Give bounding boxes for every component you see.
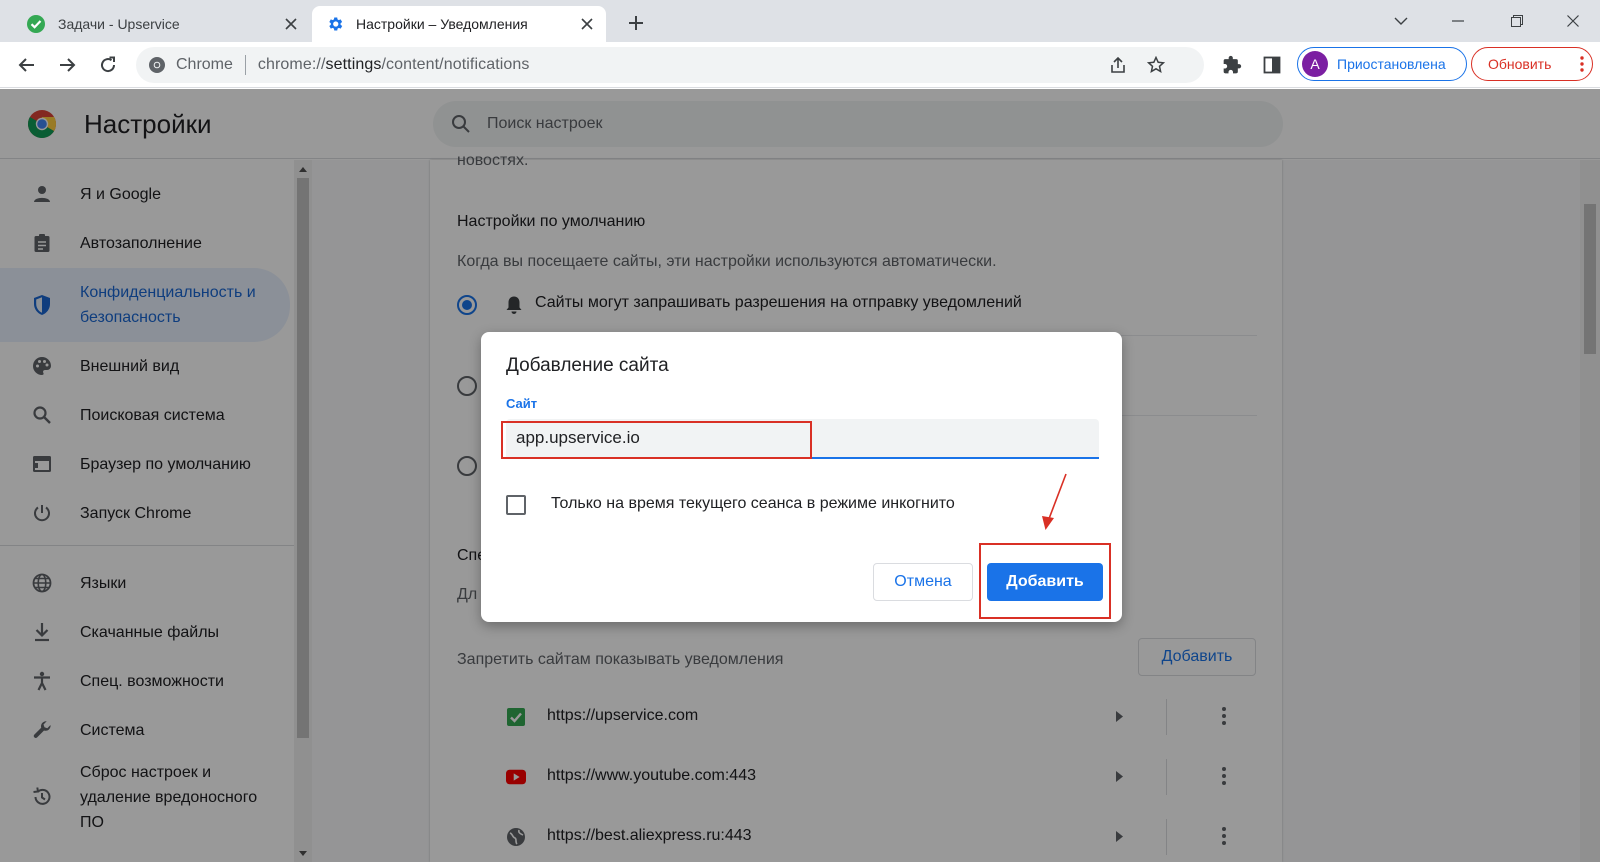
- tab-settings[interactable]: Настройки – Уведомления: [312, 6, 606, 42]
- check-circle-icon: [26, 14, 46, 34]
- url-text: chrome://settings/content/notifications: [257, 56, 530, 73]
- reload-icon[interactable]: [94, 51, 122, 79]
- highlight-box-input: [501, 421, 812, 459]
- address-bar[interactable]: Chrome chrome://settings/content/notific…: [136, 47, 1204, 83]
- site-info-chip[interactable]: Chrome: [136, 56, 233, 74]
- update-button[interactable]: Обновить: [1471, 47, 1593, 81]
- tab-title: Настройки – Уведомления: [356, 16, 528, 32]
- highlight-box-add-button: [979, 543, 1111, 619]
- gear-icon: [326, 15, 344, 33]
- chrome-logo-icon: [148, 56, 166, 74]
- bookmark-star-icon[interactable]: [1146, 55, 1166, 75]
- forward-arrow-icon[interactable]: [53, 51, 81, 79]
- tab-search-icon[interactable]: [1378, 6, 1424, 36]
- close-tab-icon[interactable]: [282, 15, 300, 33]
- side-panel-icon[interactable]: [1261, 54, 1283, 76]
- incognito-checkbox-label: Только на время текущего сеанса в режиме…: [551, 495, 955, 512]
- back-arrow-icon[interactable]: [13, 51, 41, 79]
- add-site-dialog: Добавление сайта Сайт Только на время те…: [481, 332, 1122, 622]
- browser-toolbar: Chrome chrome://settings/content/notific…: [0, 42, 1600, 88]
- avatar: A: [1302, 51, 1328, 77]
- omnibox-divider: [244, 55, 246, 75]
- tab-strip: Задачи - Upservice Настройки – Уведомлен…: [0, 0, 1600, 42]
- close-window-icon[interactable]: [1550, 6, 1596, 36]
- menu-dots-icon: [1580, 56, 1584, 72]
- extensions-puzzle-icon[interactable]: [1221, 54, 1243, 76]
- annotation-arrow-icon: [1030, 472, 1070, 534]
- restore-window-icon[interactable]: [1494, 6, 1540, 36]
- incognito-checkbox[interactable]: [506, 495, 526, 515]
- new-tab-button[interactable]: [622, 9, 650, 37]
- dialog-title: Добавление сайта: [506, 355, 669, 376]
- cancel-button[interactable]: Отмена: [873, 563, 973, 601]
- share-icon[interactable]: [1108, 55, 1128, 75]
- close-tab-icon[interactable]: [578, 15, 596, 33]
- tab-tasks[interactable]: Задачи - Upservice: [12, 6, 310, 42]
- tab-title: Задачи - Upservice: [58, 16, 180, 32]
- profile-status: Приостановлена: [1337, 56, 1446, 72]
- chip-label: Chrome: [176, 56, 233, 73]
- minimize-icon[interactable]: [1435, 6, 1481, 36]
- update-label: Обновить: [1488, 56, 1552, 72]
- profile-chip[interactable]: A Приостановлена: [1297, 47, 1467, 81]
- site-field-label: Сайт: [506, 396, 538, 411]
